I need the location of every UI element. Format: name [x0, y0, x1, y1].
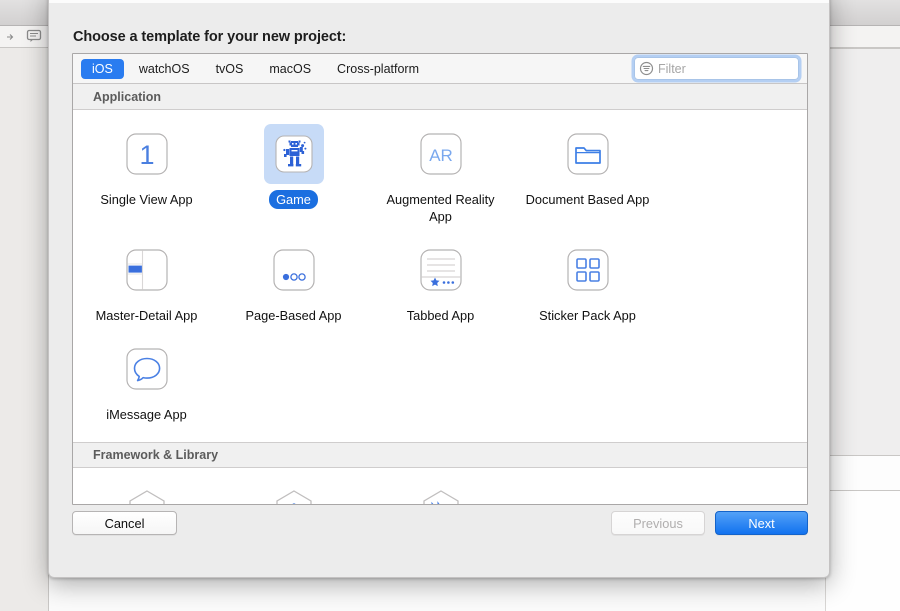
tab-tvos[interactable]: tvOS — [205, 59, 255, 79]
tab-ios[interactable]: iOS — [81, 58, 124, 79]
template-label: Document Based App — [525, 192, 650, 207]
template-label: Page-Based App — [245, 308, 342, 323]
framework-template-grid: Cocoa Touch Framework Cocoa Touch Static… — [73, 468, 807, 504]
section-header-framework-library: Framework & Library — [73, 442, 807, 468]
background-right-panel-section-2 — [826, 491, 900, 611]
background-navigator-pane — [0, 48, 48, 611]
single-view-icon: 1 — [117, 124, 177, 184]
previous-button[interactable]: Previous — [611, 511, 705, 535]
filter-placeholder-text: Filter — [658, 61, 686, 76]
next-button[interactable]: Next — [715, 511, 808, 535]
master-detail-icon — [117, 240, 177, 300]
template-label: Augmented Reality App — [386, 192, 495, 224]
new-project-template-sheet: Choose a template for your new project: … — [48, 0, 830, 578]
template-metal-library[interactable]: Metal Library — [367, 482, 514, 504]
disclosure-icon[interactable] — [3, 30, 17, 44]
folder-icon — [558, 124, 618, 184]
sheet-top-edge — [49, 0, 829, 3]
background-right-panel-inner — [826, 49, 900, 455]
template-document-based-app[interactable]: Document Based App — [514, 124, 661, 240]
game-robot-icon — [263, 124, 324, 184]
comment-icon[interactable] — [25, 28, 43, 44]
template-sticker-pack-app[interactable]: Sticker Pack App — [514, 240, 661, 339]
template-single-view-app[interactable]: 1 Single View App — [73, 124, 220, 240]
background-right-panel-section-1 — [826, 456, 900, 490]
tab-watchos[interactable]: watchOS — [128, 59, 201, 79]
page-title: Choose a template for your new project: — [73, 29, 347, 45]
background-divider-2 — [826, 455, 900, 456]
filter-field-wrapper: Filter — [634, 57, 799, 80]
application-template-grid: 1 Single View App Game AR Augmented Real… — [73, 110, 807, 442]
template-tabbed-app[interactable]: Tabbed App — [367, 240, 514, 339]
template-augmented-reality-app[interactable]: AR Augmented Reality App — [367, 124, 514, 240]
template-label: Master-Detail App — [95, 308, 198, 323]
tab-cross-platform[interactable]: Cross-platform — [326, 59, 430, 79]
page-dots-icon — [264, 240, 324, 300]
background-divider-3 — [826, 490, 900, 491]
tabbed-icon — [411, 240, 471, 300]
template-cocoa-touch-framework[interactable]: Cocoa Touch Framework — [73, 482, 220, 504]
toolbox-hex-icon — [117, 482, 177, 504]
filter-icon — [639, 61, 654, 76]
tab-macos[interactable]: macOS — [258, 59, 322, 79]
section-header-application: Application — [73, 84, 807, 110]
template-chooser-box: iOS watchOS tvOS macOS Cross-platform Fi… — [72, 53, 808, 505]
template-cocoa-touch-static-library[interactable]: Cocoa Touch Static Library — [220, 482, 367, 504]
template-label: iMessage App — [106, 407, 187, 422]
template-label: Game — [269, 190, 318, 209]
template-master-detail-app[interactable]: Master-Detail App — [73, 240, 220, 339]
bank-hex-icon — [264, 482, 324, 504]
template-page-based-app[interactable]: Page-Based App — [220, 240, 367, 339]
metal-hex-icon — [411, 482, 471, 504]
svg-text:AR: AR — [429, 146, 453, 165]
sticker-grid-icon — [558, 240, 618, 300]
filter-input[interactable]: Filter — [634, 57, 799, 80]
template-imessage-app[interactable]: iMessage App — [73, 339, 220, 438]
template-label: Tabbed App — [406, 308, 475, 323]
template-game[interactable]: Game — [220, 124, 367, 240]
template-label: Sticker Pack App — [539, 308, 636, 323]
template-label: Single View App — [100, 192, 193, 207]
svg-text:1: 1 — [139, 140, 154, 170]
platform-tabbar: iOS watchOS tvOS macOS Cross-platform Fi… — [73, 54, 807, 84]
cancel-button[interactable]: Cancel — [72, 511, 177, 535]
background-divider-1 — [826, 48, 900, 49]
speech-bubble-icon — [117, 339, 177, 399]
ar-icon: AR — [411, 124, 471, 184]
